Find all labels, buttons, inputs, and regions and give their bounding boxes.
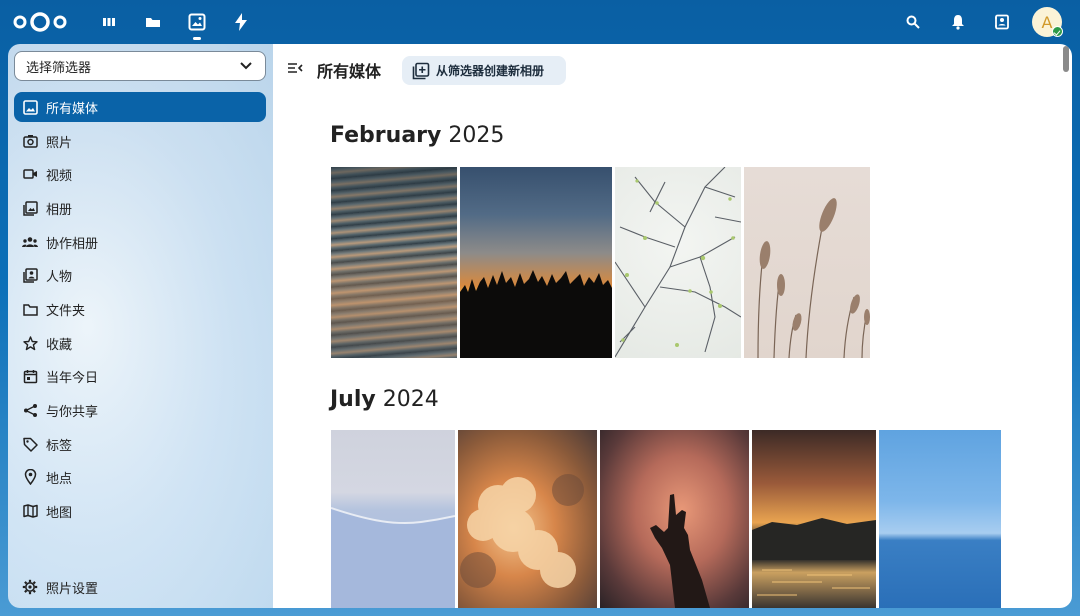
avatar-initial: A [1041,12,1053,32]
people-icon [22,234,38,250]
photos-settings-button[interactable]: 照片设置 [22,575,98,599]
group-month: July [330,387,376,412]
main-content: 所有媒体 从筛选器创建新相册 February 2025 July 2024 [273,44,1072,608]
star-icon [22,335,38,351]
sidebar-item-tags[interactable]: 标签 [14,429,266,459]
folder-icon[interactable] [142,11,164,33]
sidebar-item-videos[interactable]: 视频 [14,159,266,189]
sidebar-item-label: 人物 [46,269,73,285]
bell-icon[interactable] [947,11,969,33]
group-title: February 2025 [330,123,504,148]
hand-silhouette-icon [650,494,710,608]
scrollbar[interactable] [1063,46,1069,72]
page-title: 所有媒体 [317,62,382,81]
sidebar-item-label: 地点 [46,471,73,487]
search-icon[interactable] [902,11,924,33]
create-album-from-filter-button[interactable]: 从筛选器创建新相册 [402,56,566,85]
photo-thumbnail[interactable] [752,430,876,608]
photo-thumbnail[interactable] [615,167,741,358]
sidebar-item-label: 标签 [46,438,73,454]
filter-select-value: 选择筛选器 [26,60,92,76]
calendar-icon [22,368,38,384]
sidebar-item-folders[interactable]: 文件夹 [14,294,266,324]
sidebar-item-on-this-day[interactable]: 当年今日 [14,361,266,391]
image-icon [22,99,38,115]
sidebar-toggle-icon[interactable] [285,58,305,78]
share-icon [22,402,38,418]
photo-thumbnail[interactable] [879,430,1001,608]
sidebar-item-label: 当年今日 [46,370,99,386]
gear-icon [22,579,38,595]
settings-label: 照片设置 [46,581,99,597]
sidebar-item-label: 照片 [46,135,73,151]
group-year: 2024 [382,387,439,412]
mountain-lake-icon [752,518,876,596]
reed-grass-icon [757,198,870,358]
sidebar-item-label: 地图 [46,505,73,521]
online-status-icon [1052,26,1063,37]
photo-thumbnail[interactable] [331,167,457,358]
sidebar-item-label: 协作相册 [46,236,99,252]
photos-icon[interactable] [186,11,208,40]
contacts-icon[interactable] [991,11,1013,33]
group-month: February [330,123,442,148]
group-title: July 2024 [330,387,439,412]
album-icon [22,200,38,216]
clouds-icon [460,474,584,588]
folder-icon [22,301,38,317]
sidebar-item-places[interactable]: 地点 [14,462,266,492]
filter-select[interactable]: 选择筛选器 [14,51,266,81]
lightning-icon[interactable] [230,11,252,33]
create-album-label: 从筛选器创建新相册 [436,64,545,78]
nextcloud-logo-icon[interactable] [12,11,68,33]
sidebar-item-shared-albums[interactable]: 协作相册 [14,227,266,257]
video-icon [22,166,38,182]
map-icon [22,503,38,519]
add-album-icon [412,62,430,80]
dashboard-icon[interactable] [98,11,120,33]
sidebar-item-label: 收藏 [46,337,73,353]
sidebar: 选择筛选器 所有媒体 照片 视频 相册 协作相册 人物 文件夹 收藏 当年今日 … [8,44,273,608]
top-bar: A [0,0,1080,44]
sidebar-item-shared-with-you[interactable]: 与你共享 [14,395,266,425]
sidebar-item-label: 文件夹 [46,303,86,319]
dune-shape-icon [331,507,455,608]
sidebar-item-label: 所有媒体 [46,101,99,117]
chevron-down-icon [240,62,252,70]
sidebar-item-people[interactable]: 人物 [14,260,266,290]
camera-icon [22,133,38,149]
sidebar-item-favorites[interactable]: 收藏 [14,328,266,358]
tag-icon [22,436,38,452]
photo-thumbnail[interactable] [600,430,749,608]
sidebar-item-map[interactable]: 地图 [14,496,266,526]
forest-silhouette-icon [460,270,612,358]
sidebar-item-label: 视频 [46,168,73,184]
photo-thumbnail[interactable] [744,167,870,358]
sidebar-item-all-media[interactable]: 所有媒体 [14,92,266,122]
sidebar-item-photos[interactable]: 照片 [14,126,266,156]
sidebar-item-label: 相册 [46,202,73,218]
sidebar-item-albums[interactable]: 相册 [14,193,266,223]
photo-thumbnail[interactable] [331,430,455,608]
tree-branches-icon [615,167,741,358]
photo-thumbnail[interactable] [460,167,612,358]
map-pin-icon [22,469,38,485]
sidebar-item-label: 与你共享 [46,404,99,420]
person-icon [22,267,38,283]
group-year: 2025 [448,123,505,148]
photo-thumbnail[interactable] [458,430,597,608]
